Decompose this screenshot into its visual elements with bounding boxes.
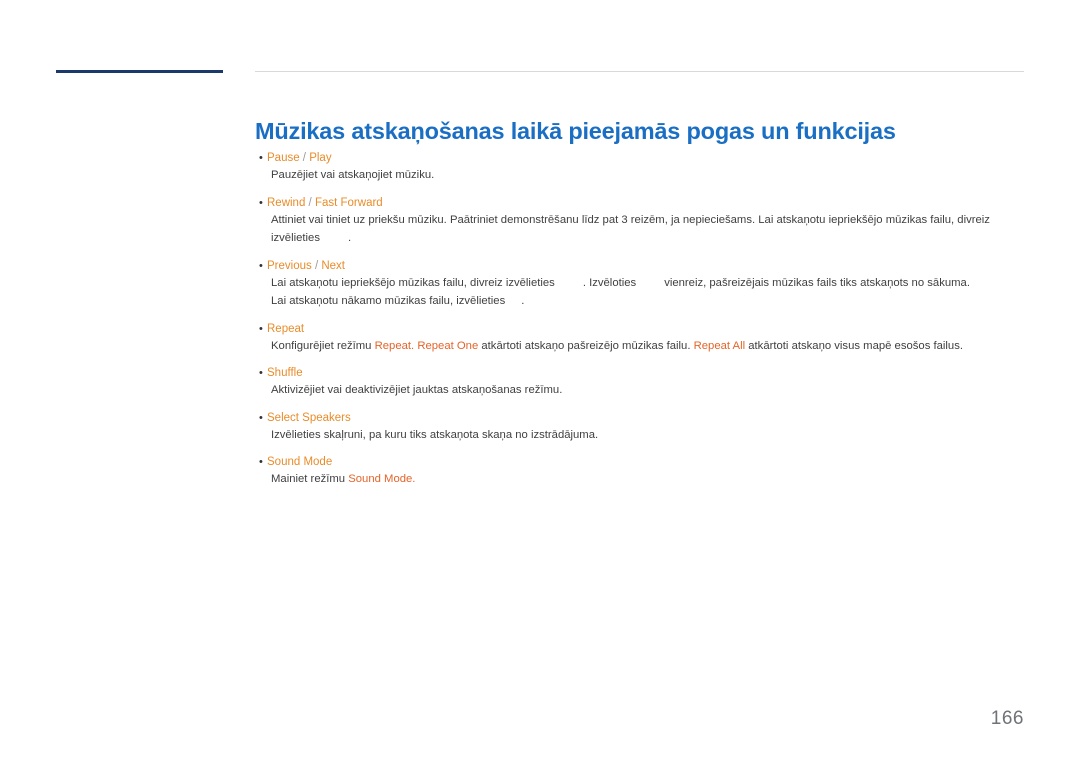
list-item-label: Previous / Next bbox=[267, 259, 345, 272]
list-item-label: Shuffle bbox=[267, 367, 303, 379]
inline-text: Pauzējiet vai atskaņojiet mūziku. bbox=[271, 169, 435, 181]
list-item: • Repeat Konfigurējiet režīmu Repeat. Repe… bbox=[255, 321, 1025, 355]
list-item-header: • Repeat bbox=[255, 321, 1025, 337]
list-item-description: Attiniet vai tiniet uz priekšu mūziku. P… bbox=[271, 213, 1025, 229]
list-item-label: Select Speakers bbox=[267, 411, 351, 424]
list-item: • Rewind / Fast Forward Attiniet vai tinie… bbox=[255, 195, 1025, 247]
list-item-label: Pause / Play bbox=[267, 152, 332, 164]
inline-text: atkārtoti atskaņo visus mapē esošos fail… bbox=[745, 339, 963, 352]
list-item-header: • Select Speakers bbox=[255, 410, 1025, 426]
page-number: 166 bbox=[990, 708, 1024, 729]
list-item: • Pause / Play Pauzējiet vai atskaņojiet m… bbox=[255, 150, 1025, 184]
bullet-icon: • bbox=[259, 152, 263, 164]
inline-text: Attiniet vai tiniet uz priekšu mūziku. P… bbox=[271, 213, 990, 226]
list-item: • Shuffle Aktivizējiet vai deaktivizējiet … bbox=[255, 365, 1025, 399]
inline-text: Lai atskaņotu nākamo mūzikas failu, izvē… bbox=[271, 295, 506, 307]
bullet-icon: • bbox=[259, 411, 263, 424]
bullet-icon: • bbox=[259, 456, 263, 468]
list-item-label: Repeat bbox=[267, 322, 305, 335]
list-item-description: izvēlieties. bbox=[271, 231, 1025, 247]
inline-text: Mainiet režīmu bbox=[271, 473, 349, 485]
inline-text: Aktivizējiet vai deaktivizējiet jauktas … bbox=[271, 384, 563, 396]
list-item-description: Pauzējiet vai atskaņojiet mūziku. bbox=[271, 168, 1025, 184]
list-item-description: Konfigurējiet režīmu Repeat. Repeat One … bbox=[271, 339, 1025, 355]
list-item-description: Lai atskaņotu nākamo mūzikas failu, izvē… bbox=[271, 294, 1025, 310]
inline-term: Repeat All bbox=[693, 339, 746, 352]
inline-term: Repeat. Repeat One bbox=[374, 339, 479, 352]
bullet-icon: • bbox=[259, 367, 263, 379]
inline-text: Lai atskaņotu iepriekšējo mūzikas failu,… bbox=[271, 276, 555, 289]
list-item-header: • Previous / Next bbox=[255, 258, 1025, 274]
list-item-description: Aktivizējiet vai deaktivizējiet jauktas … bbox=[271, 383, 1025, 399]
inline-text: vienreiz, pašreizējais mūzikas fails tik… bbox=[664, 276, 970, 289]
inline-text: . bbox=[521, 295, 525, 307]
list-item-label: Sound Mode bbox=[267, 456, 333, 468]
list-item: • Select Speakers Izvēlieties skaļruni, pa… bbox=[255, 410, 1025, 444]
inline-text: . bbox=[347, 232, 352, 244]
header-divider-rule bbox=[255, 71, 1024, 72]
inline-term: Sound Mode. bbox=[348, 473, 416, 485]
inline-text: Izvēlieties skaļruni, pa kuru tiks atska… bbox=[271, 428, 599, 441]
content-list: • Pause / Play Pauzējiet vai atskaņojiet m… bbox=[255, 150, 1025, 499]
list-item: • Previous / Next Lai atskaņotu iepriekšēj… bbox=[255, 258, 1025, 310]
page-title: Mūzikas atskaņošanas laikā pieejamās pog… bbox=[255, 117, 896, 144]
list-item-description: Lai atskaņotu iepriekšējo mūzikas failu,… bbox=[271, 276, 1025, 292]
bullet-icon: • bbox=[259, 322, 263, 335]
inline-text: Konfigurējiet režīmu bbox=[271, 339, 375, 352]
bullet-icon: • bbox=[259, 196, 263, 209]
list-item-description: Izvēlieties skaļruni, pa kuru tiks atska… bbox=[271, 428, 1025, 444]
list-item-header: • Shuffle bbox=[255, 365, 1025, 381]
header-accent-rule bbox=[56, 70, 223, 73]
list-item-description: Mainiet režīmu Sound Mode. bbox=[271, 472, 1025, 488]
list-item-header: • Pause / Play bbox=[255, 150, 1025, 166]
inline-text: izvēlieties bbox=[271, 232, 320, 244]
list-item-header: • Rewind / Fast Forward bbox=[255, 195, 1025, 211]
document-page: Mūzikas atskaņošanas laikā pieejamās pog… bbox=[0, 0, 1080, 763]
list-item-header: • Sound Mode bbox=[255, 454, 1025, 470]
list-item: • Sound Mode Mainiet režīmu Sound Mode. bbox=[255, 454, 1025, 488]
inline-text: atkārtoti atskaņo pašreizējo mūzikas fai… bbox=[478, 339, 694, 352]
bullet-icon: • bbox=[259, 259, 263, 272]
list-item-label: Rewind / Fast Forward bbox=[267, 196, 383, 209]
inline-text: . Izvēloties bbox=[582, 276, 637, 289]
